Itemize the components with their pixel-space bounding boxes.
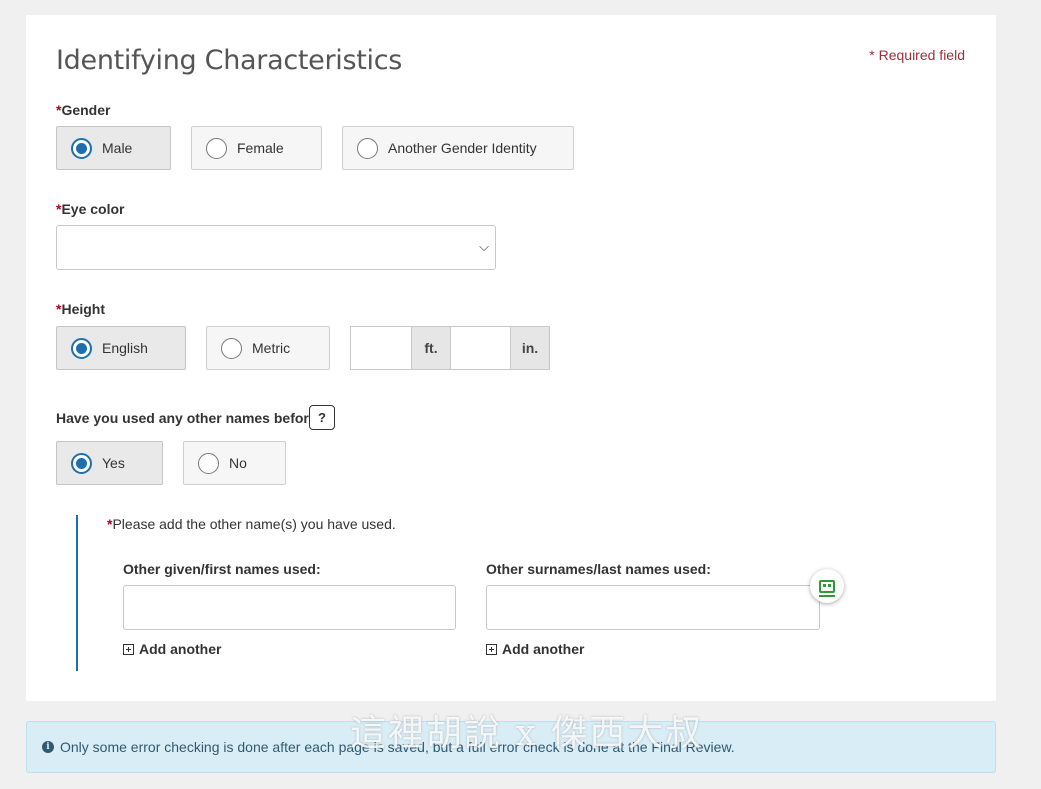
radio-selected-icon — [71, 337, 92, 359]
info-alert-text: Only some error checking is done after e… — [60, 739, 735, 755]
other-names-option-yes[interactable]: Yes — [56, 441, 163, 485]
gender-option-male[interactable]: Male — [56, 126, 171, 170]
height-label: *Height — [56, 301, 106, 317]
other-names-question: Have you used any other names before? — [56, 410, 326, 426]
gender-option-another[interactable]: Another Gender Identity — [342, 126, 574, 170]
inches-unit-label: in. — [511, 326, 550, 370]
section-divider — [76, 515, 78, 671]
radio-selected-icon — [71, 137, 92, 159]
plus-box-icon — [486, 643, 497, 655]
other-names-option-no[interactable]: No — [183, 441, 286, 485]
info-icon: i — [42, 741, 54, 753]
radio-selected-icon — [71, 452, 92, 474]
feet-unit-label: ft. — [412, 326, 451, 370]
radio-empty-icon — [198, 452, 219, 474]
plus-box-icon — [123, 643, 134, 655]
gender-option-label: Another Gender Identity — [388, 140, 537, 156]
height-option-metric[interactable]: Metric — [206, 326, 330, 370]
gender-option-female[interactable]: Female — [191, 126, 322, 170]
radio-empty-icon — [221, 337, 242, 359]
robot-icon — [819, 579, 835, 597]
identifying-characteristics-card: Identifying Characteristics * Required f… — [26, 15, 996, 701]
chevron-down-icon: ⌵ — [479, 239, 489, 254]
radio-empty-icon — [357, 137, 378, 159]
assistant-bot-button[interactable] — [810, 569, 844, 603]
page-title: Identifying Characteristics — [56, 45, 403, 76]
info-alert: i Only some error checking is done after… — [26, 721, 996, 773]
given-names-input[interactable] — [123, 585, 456, 630]
add-another-given-name-link[interactable]: Add another — [123, 641, 221, 657]
surnames-input[interactable] — [486, 585, 820, 630]
surnames-label: Other surnames/last names used: — [486, 561, 711, 577]
add-another-surname-link[interactable]: Add another — [486, 641, 584, 657]
gender-label: *Gender — [56, 102, 111, 118]
other-names-option-label: Yes — [102, 455, 125, 471]
eye-color-label: *Eye color — [56, 201, 125, 217]
eye-color-select[interactable]: ⌵ — [56, 225, 496, 270]
help-button[interactable]: ? — [309, 405, 335, 430]
height-feet-input[interactable] — [350, 326, 412, 370]
gender-option-label: Female — [237, 140, 284, 156]
other-names-prompt: *Please add the other name(s) you have u… — [107, 516, 396, 532]
given-names-label: Other given/first names used: — [123, 561, 321, 577]
other-names-option-label: No — [229, 455, 247, 471]
required-field-note: * Required field — [869, 47, 965, 63]
height-option-label: Metric — [252, 340, 291, 356]
height-inches-input[interactable] — [450, 326, 511, 370]
height-option-english[interactable]: English — [56, 326, 186, 370]
radio-empty-icon — [206, 137, 227, 159]
gender-option-label: Male — [102, 140, 133, 156]
height-option-label: English — [102, 340, 148, 356]
